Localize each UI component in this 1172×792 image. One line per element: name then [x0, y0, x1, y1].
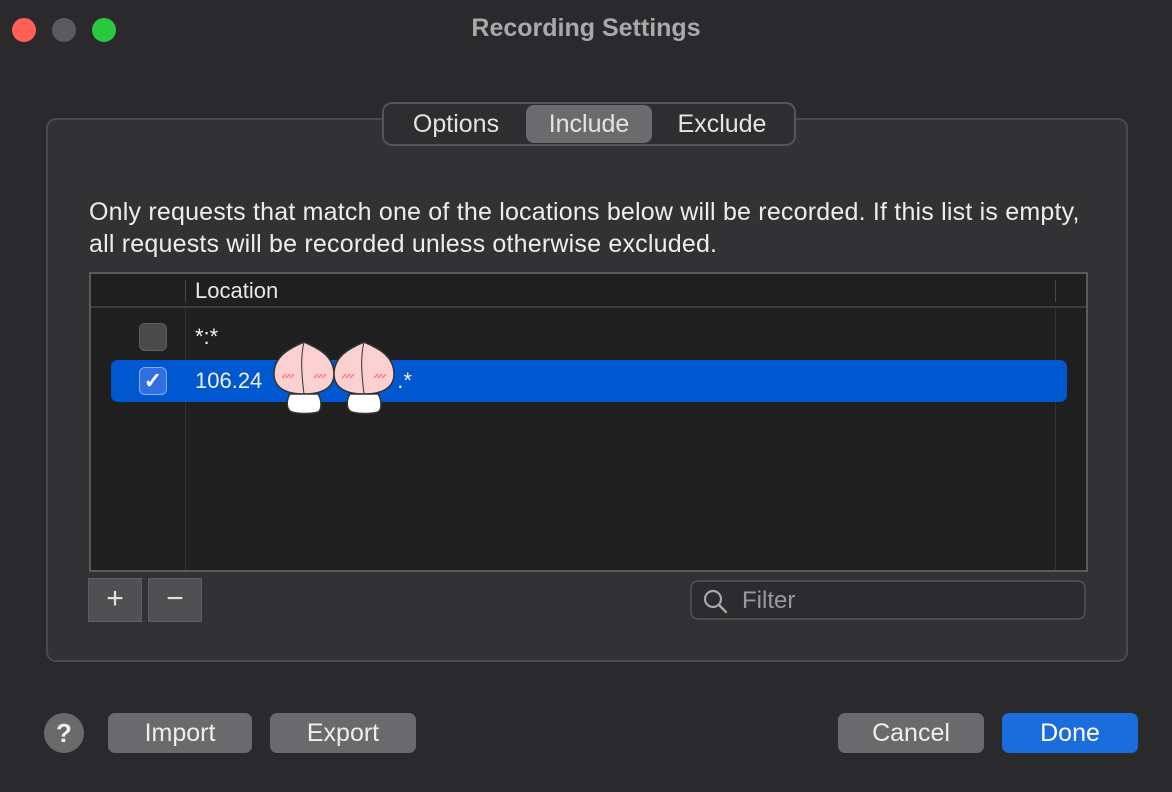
done-button[interactable]: Done — [1002, 713, 1138, 753]
table-header: Location — [91, 274, 1086, 308]
include-description: Only requests that match one of the loca… — [89, 198, 1080, 258]
location-cell: *:* — [195, 324, 219, 349]
window-title: Recording Settings — [471, 14, 701, 42]
table-row-selected[interactable]: ✓ 106.24 .* — [111, 360, 1067, 402]
location-suffix: .* — [397, 368, 412, 393]
add-location-button[interactable]: + — [88, 578, 142, 622]
location-table: Location *:* ✓ 106.24 .* — [89, 272, 1088, 572]
location-prefix: 106.24 — [195, 368, 263, 393]
enable-checkbox[interactable] — [139, 323, 167, 351]
tab-exclude[interactable]: Exclude — [652, 105, 792, 143]
help-button[interactable]: ? — [44, 713, 84, 753]
search-icon — [703, 589, 728, 614]
peach-sticker-icon — [273, 341, 335, 415]
filter-input[interactable] — [740, 586, 1074, 616]
peach-sticker-icon — [333, 341, 395, 415]
checkmark-icon: ✓ — [143, 368, 163, 393]
tab-options[interactable]: Options — [386, 105, 526, 143]
tab-include[interactable]: Include — [526, 105, 652, 143]
title-bar: Recording Settings — [0, 0, 1172, 60]
enable-checkbox-checked[interactable]: ✓ — [139, 367, 167, 395]
table-row[interactable]: *:* — [111, 316, 1067, 358]
import-button[interactable]: Import — [108, 713, 252, 753]
column-header-location[interactable]: Location — [195, 278, 278, 304]
remove-location-button[interactable]: − — [148, 578, 202, 622]
filter-field[interactable] — [690, 580, 1086, 620]
column-divider — [1055, 280, 1056, 302]
tab-control: Options Include Exclude — [382, 102, 796, 146]
column-divider — [185, 280, 186, 302]
export-button[interactable]: Export — [270, 713, 416, 753]
cancel-button[interactable]: Cancel — [838, 713, 984, 753]
